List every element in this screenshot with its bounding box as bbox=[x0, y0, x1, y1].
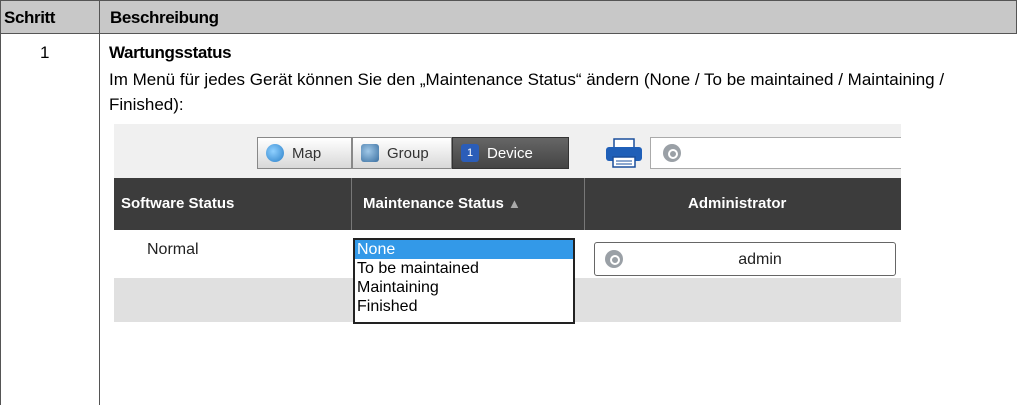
maintenance-status-dropdown[interactable]: None To be maintained Maintaining Finish… bbox=[353, 238, 575, 324]
device-button-label: Device bbox=[487, 144, 533, 162]
step-title: Wartungsstatus bbox=[109, 43, 232, 62]
column-maintenance-status[interactable]: Maintenance Status ▲ bbox=[363, 178, 521, 230]
map-button-label: Map bbox=[292, 144, 322, 162]
dropdown-option-none[interactable]: None bbox=[355, 240, 573, 259]
step-table: Schritt Beschreibung 1 Wartungsstatus Im… bbox=[0, 0, 1017, 405]
administrator-field[interactable]: admin bbox=[594, 242, 896, 276]
table-border-left bbox=[0, 0, 1, 405]
column-separator bbox=[584, 178, 585, 230]
sort-ascending-icon: ▲ bbox=[508, 196, 521, 211]
group-icon bbox=[361, 144, 379, 162]
step-number: 1 bbox=[40, 43, 50, 62]
printer-icon[interactable] bbox=[605, 138, 643, 168]
search-icon bbox=[663, 144, 681, 162]
header-schritt: Schritt bbox=[4, 8, 56, 27]
globe-icon bbox=[266, 144, 284, 162]
column-separator bbox=[351, 178, 352, 230]
device-icon: 1 bbox=[461, 144, 479, 162]
embedded-screenshot: Map Group 1 Device Software Status Maint… bbox=[114, 124, 901, 396]
table-column-divider bbox=[99, 0, 100, 405]
map-button[interactable]: Map bbox=[257, 137, 352, 169]
search-input[interactable] bbox=[650, 137, 901, 169]
dropdown-option-maintaining[interactable]: Maintaining bbox=[355, 278, 573, 297]
group-button[interactable]: Group bbox=[352, 137, 452, 169]
header-beschreibung: Beschreibung bbox=[110, 8, 219, 27]
column-administrator[interactable]: Administrator bbox=[688, 178, 786, 230]
table-header: Schritt Beschreibung bbox=[0, 0, 1017, 34]
step-description: Im Menü für jedes Gerät können Sie den „… bbox=[109, 70, 945, 114]
device-button[interactable]: 1 Device bbox=[452, 137, 569, 169]
dropdown-option-finished[interactable]: Finished bbox=[355, 297, 573, 316]
column-maintenance-status-label: Maintenance Status bbox=[363, 195, 504, 212]
column-header-row: Software Status Maintenance Status ▲ Adm… bbox=[114, 178, 901, 230]
administrator-value: admin bbox=[738, 251, 782, 268]
dropdown-option-to-be-maintained[interactable]: To be maintained bbox=[355, 259, 573, 278]
column-software-status[interactable]: Software Status bbox=[121, 178, 234, 230]
software-status-value: Normal bbox=[147, 241, 199, 258]
group-button-label: Group bbox=[387, 144, 429, 162]
